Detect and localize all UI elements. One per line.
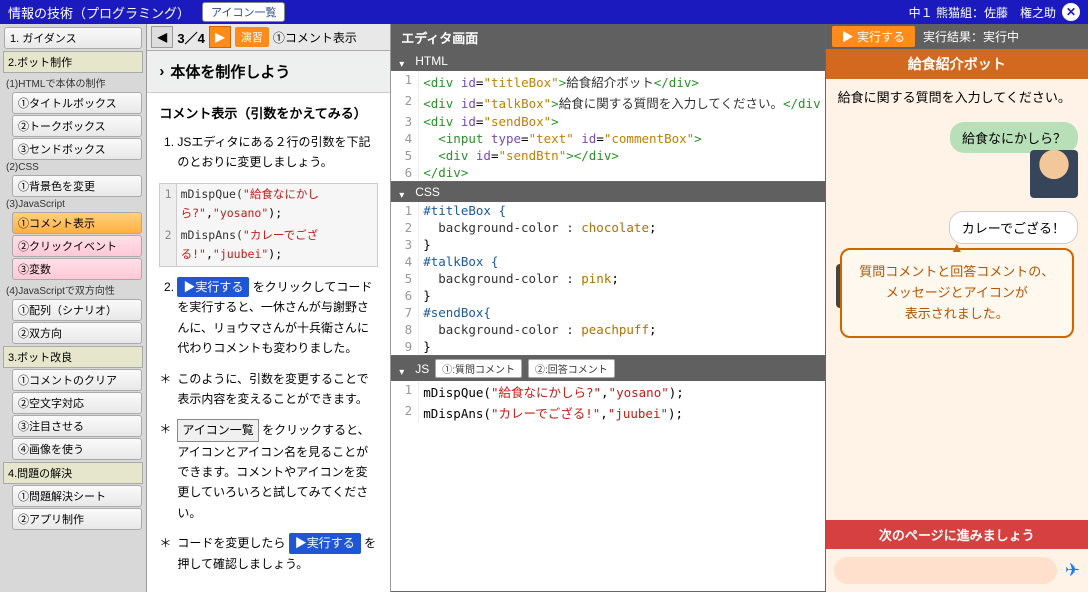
exercise-chip: 演習	[235, 27, 269, 47]
note-1: このように、引数を変更することで表示内容を変えることができます。	[177, 369, 378, 410]
sidebar-item-array[interactable]: ①配列（シナリオ）	[12, 299, 142, 321]
html-label: HTML	[415, 54, 448, 68]
sidebar-item-app[interactable]: ②アプリ制作	[12, 508, 142, 530]
sidebar-sub-css: (2)CSS	[2, 161, 144, 174]
chevron-down-icon[interactable]	[399, 56, 409, 66]
sidebar-sub-js: (3)JavaScript	[2, 198, 144, 211]
js-label: JS	[415, 362, 429, 376]
sidebar-item-bgcolor[interactable]: ①背景色を変更	[12, 175, 142, 197]
close-icon[interactable]: ✕	[1062, 3, 1080, 21]
sidebar-item-comment-active[interactable]: ①コメント表示	[12, 212, 142, 234]
content-title: 本体を制作しよう	[170, 61, 290, 82]
run-button[interactable]: ▶ 実行する	[832, 26, 915, 47]
sidebar-item-click[interactable]: ②クリックイベント	[12, 235, 142, 257]
js-code-area[interactable]: 1mDispQue("給食なにかしら?","yosano"); 2mDispAn…	[391, 381, 824, 591]
note-3: コードを変更したら ▶実行する を押して確認しましょう。	[177, 533, 378, 574]
run-inline-icon: ▶実行する	[177, 277, 249, 297]
bot-preview: 給食紹介ボット 給食に関する質問を入力してください。 給食なにかしら？ カレーで…	[826, 49, 1088, 592]
iconlist-inline: アイコン一覧	[177, 419, 258, 441]
step-label: ①コメント表示	[273, 29, 357, 46]
sidebar-item-titlebox[interactable]: ①タイトルボックス	[12, 92, 142, 114]
run-inline-icon: ▶実行する	[289, 533, 361, 553]
avatar-yosano-icon	[1030, 150, 1078, 198]
snippet-answer-button[interactable]: ②:回答コメント	[528, 359, 615, 378]
sidebar-item-sendbox[interactable]: ③センドボックス	[12, 138, 142, 160]
result-panel: ▶ 実行する 実行結果：実行中 給食紹介ボット 給食に関する質問を入力してくださ…	[826, 24, 1088, 592]
sidebar-item-talkbox[interactable]: ②トークボックス	[12, 115, 142, 137]
asterisk-icon: ＊	[159, 419, 171, 523]
chevron-right-icon: ›	[159, 63, 164, 80]
editor-panel: エディタ画面 HTML 1<div id="titleBox">給食紹介ボット<…	[391, 24, 825, 592]
bot-comment-input[interactable]	[834, 557, 1057, 584]
app-title: 情報の技術（プログラミング）	[8, 3, 190, 22]
asterisk-icon: ＊	[159, 533, 171, 574]
sample-code: 1mDispQue("給食なにかしら?","yosano"); 2mDispAn…	[159, 183, 378, 267]
bot-lead: 給食に関する質問を入力してください。	[826, 79, 1088, 114]
lesson-sidebar: 1. ガイダンス 2.ボット制作 (1)HTMLで本体の制作 ①タイトルボックス…	[0, 24, 147, 592]
html-editor: HTML 1<div id="titleBox">給食紹介ボット</div> 2…	[391, 51, 824, 182]
chevron-down-icon[interactable]	[399, 187, 409, 197]
sidebar-item-clear[interactable]: ①コメントのクリア	[12, 369, 142, 391]
note-2: アイコン一覧 をクリックすると、アイコンとアイコン名を見ることができます。コメン…	[177, 419, 378, 523]
sidebar-sub-bidir: (4)JavaScriptで双方向性	[2, 281, 144, 298]
asterisk-icon: ＊	[159, 369, 171, 410]
bot-title: 給食紹介ボット	[826, 49, 1088, 79]
editor-panel-title: エディタ画面	[391, 24, 824, 51]
sidebar-item-var[interactable]: ③変数	[12, 258, 142, 280]
class-info: 中１ 熊猫組：佐藤 権之助	[909, 4, 1056, 21]
next-page-banner[interactable]: 次のページに進みましょう	[826, 520, 1088, 549]
sidebar-item-bidir[interactable]: ②双方向	[12, 322, 142, 344]
sidebar-section-bot: 2.ボット制作	[3, 51, 143, 73]
css-editor: CSS 1#titleBox { 2 background-color : ch…	[391, 182, 824, 356]
sidebar-item-empty[interactable]: ②空文字対応	[12, 392, 142, 414]
answer-bubble: カレーでござる！	[949, 211, 1078, 244]
icon-list-button[interactable]: アイコン一覧	[202, 2, 285, 22]
sidebar-item-guidance[interactable]: 1. ガイダンス	[4, 27, 142, 49]
page-indicator: 3／4	[177, 28, 204, 47]
chevron-down-icon[interactable]	[399, 364, 409, 374]
sidebar-item-image[interactable]: ④画像を使う	[12, 438, 142, 460]
run-status: 実行結果：実行中	[923, 28, 1019, 45]
nav-next-button[interactable]: ▶	[209, 26, 231, 48]
guide-callout: 質問コメントと回答コメントの、 メッセージとアイコンが 表示されました。	[840, 248, 1074, 338]
sidebar-sub-html: (1)HTMLで本体の制作	[2, 74, 144, 91]
sidebar-section-improve: 3.ボット改良	[3, 346, 143, 368]
js-editor: JS ①:質問コメント ②:回答コメント 1mDispQue("給食なにかしら?…	[391, 356, 824, 592]
sidebar-item-worksheet[interactable]: ①問題解決シート	[12, 485, 142, 507]
sidebar-item-attention[interactable]: ③注目させる	[12, 415, 142, 437]
html-code-area[interactable]: 1<div id="titleBox">給食紹介ボット</div> 2<div …	[391, 71, 824, 181]
css-code-area[interactable]: 1#titleBox { 2 background-color : chocol…	[391, 202, 824, 355]
instruction-step-1: JSエディタにある２行の引数を下記のとおりに変更しましょう。	[177, 132, 378, 173]
css-label: CSS	[415, 185, 440, 199]
nav-prev-button[interactable]: ◀	[151, 26, 173, 48]
lesson-content: ◀ 3／4 ▶ 演習 ①コメント表示 › 本体を制作しよう コメント表示（引数をか…	[147, 24, 391, 592]
content-subtitle: コメント表示（引数をかえてみる）	[147, 93, 390, 128]
app-header: 情報の技術（プログラミング） アイコン一覧 中１ 熊猫組：佐藤 権之助 ✕	[0, 0, 1088, 24]
instruction-step-2: ▶実行する をクリックしてコードを実行すると、一休さんが与謝野さんに、リョウマさ…	[177, 277, 378, 359]
send-icon[interactable]: ✈	[1065, 560, 1080, 581]
snippet-question-button[interactable]: ①:質問コメント	[435, 359, 522, 378]
question-bubble: 給食なにかしら？	[950, 122, 1078, 153]
sidebar-section-problem: 4.問題の解決	[3, 462, 143, 484]
